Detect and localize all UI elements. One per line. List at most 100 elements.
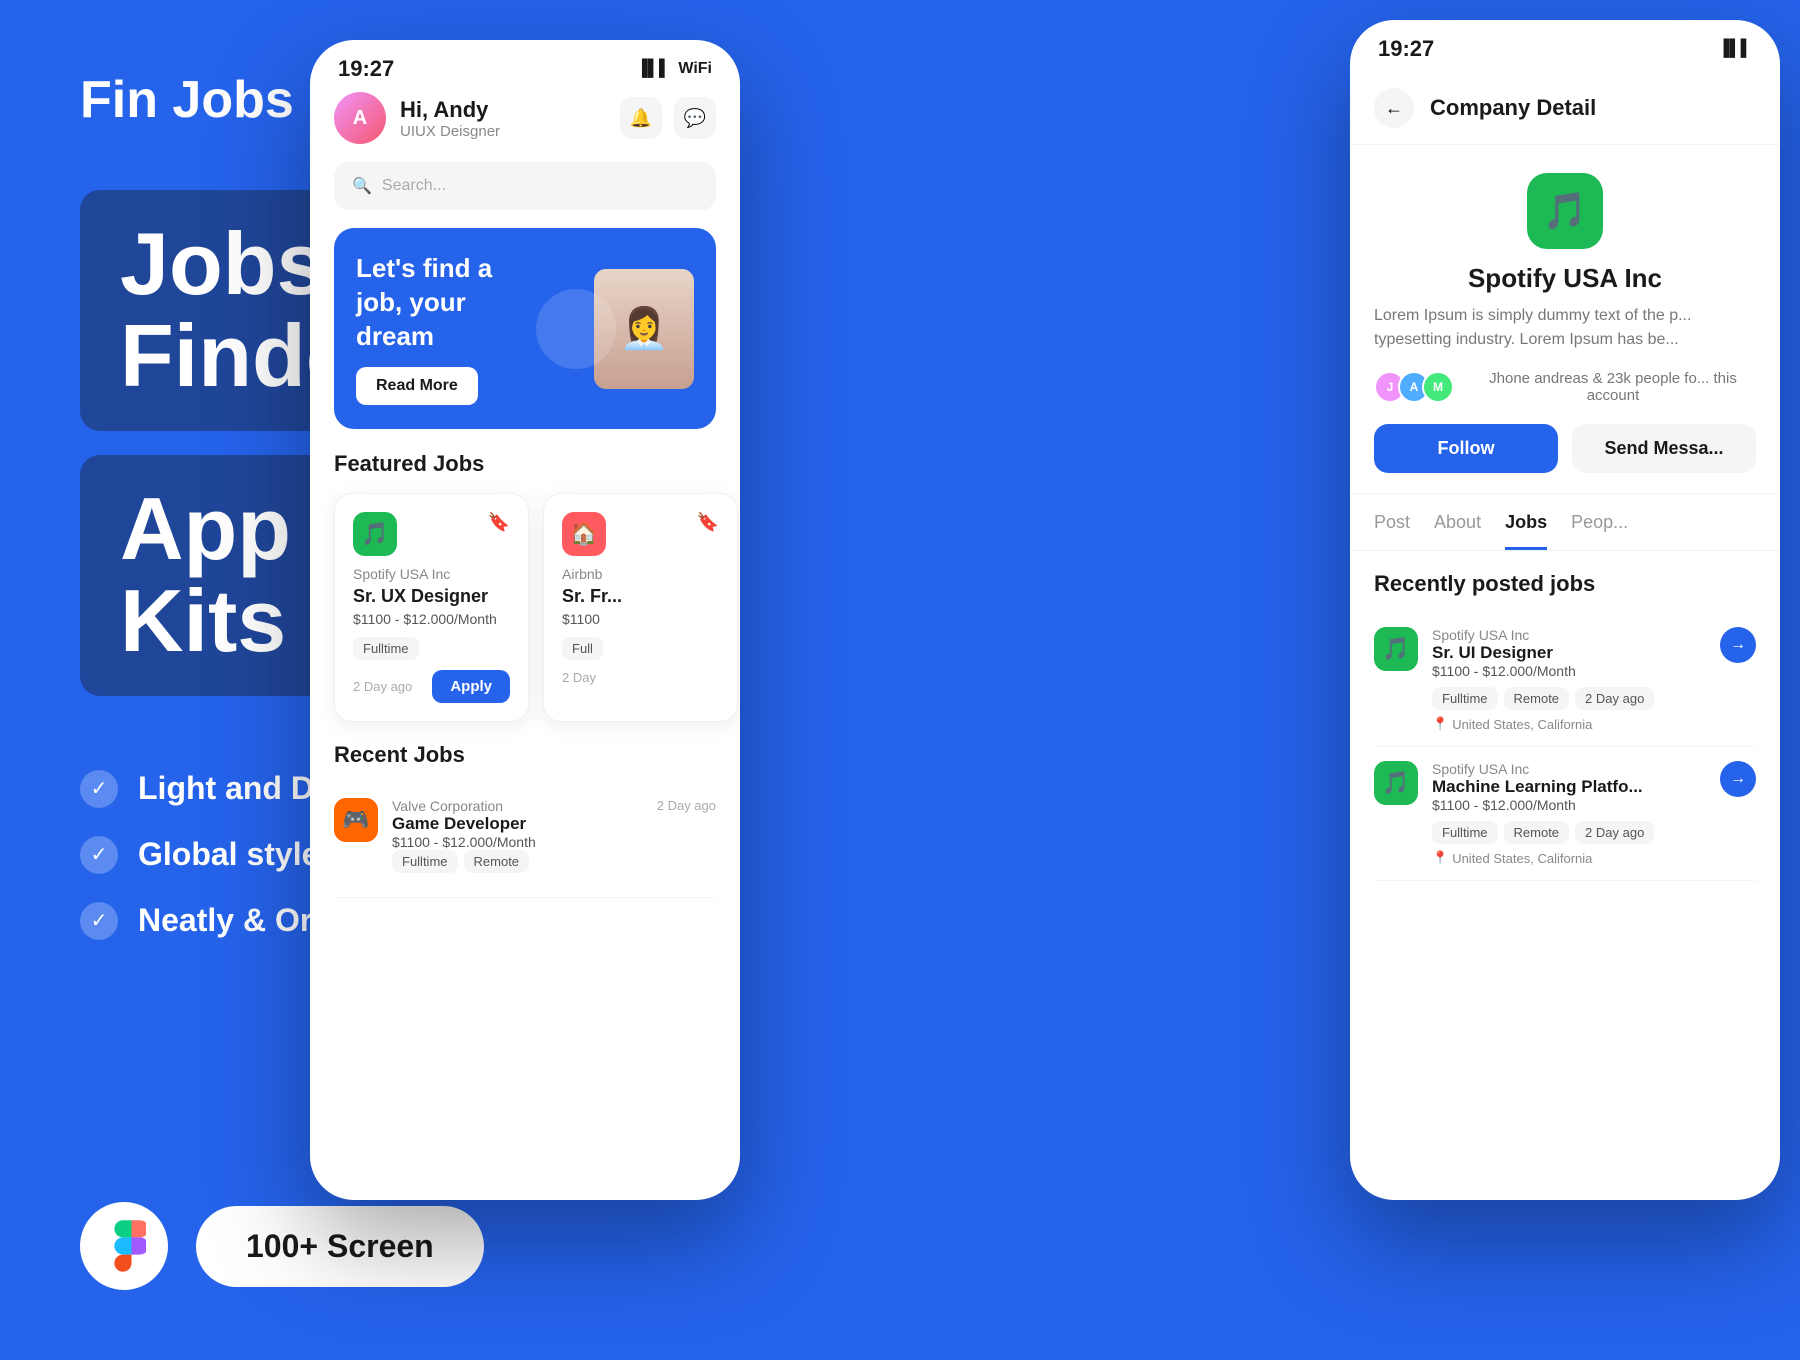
recent-company-1: Valve Corporation	[392, 798, 536, 814]
tab-jobs[interactable]: Jobs	[1505, 512, 1547, 550]
hero-banner: Let's find a job, your dream Read More 👩…	[334, 228, 716, 429]
user-header: A Hi, Andy UIUX Deisgner 🔔 💬	[334, 92, 716, 144]
recent-job-right-1: 2 Day ago	[657, 798, 716, 813]
read-more-button[interactable]: Read More	[356, 367, 478, 405]
status-time-main: 19:27	[338, 56, 394, 82]
detail-location-2: 📍 United States, California	[1432, 850, 1654, 866]
apply-button-1[interactable]: Apply	[432, 670, 510, 703]
search-icon: 🔍	[352, 176, 372, 196]
back-button[interactable]: ←	[1374, 88, 1414, 128]
bookmark-icon-1[interactable]: 🔖	[488, 512, 510, 533]
hero-circle-decoration	[536, 289, 616, 369]
header-icons: 🔔 💬	[620, 97, 716, 139]
job-title-1: Sr. UX Designer	[353, 586, 510, 607]
bookmark-icon-2[interactable]: 🔖	[697, 512, 719, 533]
job-time-2: 2 Day	[562, 670, 596, 685]
follower-avatars: J A M	[1374, 371, 1446, 403]
status-time-detail: 19:27	[1378, 36, 1434, 62]
chat-icon[interactable]: 💬	[674, 97, 716, 139]
recent-job-1[interactable]: 🎮 Valve Corporation Game Developer $1100…	[334, 784, 716, 898]
job-card-2[interactable]: 🏠 🔖 Airbnb Sr. Fr... $1100 Full 2 Day	[543, 493, 738, 722]
company-name-2: Airbnb	[562, 566, 719, 582]
location-icon-1: 📍	[1432, 716, 1448, 732]
detail-tag-remote-1: Remote	[1504, 687, 1570, 710]
job-card-1-header: 🎵 🔖	[353, 512, 510, 556]
detail-job-1[interactable]: 🎵 Spotify USA Inc Sr. UI Designer $1100 …	[1374, 613, 1756, 747]
job-tags-2: Full	[562, 637, 719, 660]
hero-text: Let's find a job, your dream Read More	[356, 252, 526, 405]
company-profile: 🎵 Spotify USA Inc Lorem Ipsum is simply …	[1350, 145, 1780, 494]
signal-icon: ▐▌▌	[636, 60, 670, 78]
phone-main-content: A Hi, Andy UIUX Deisgner 🔔 💬 🔍 Search...…	[310, 92, 740, 1197]
recent-salary-1: $1100 - $12.000/Month	[392, 834, 536, 850]
user-info: A Hi, Andy UIUX Deisgner	[334, 92, 500, 144]
job-footer-1: 2 Day ago Apply	[353, 670, 510, 703]
action-buttons: Follow Send Messa...	[1374, 424, 1756, 473]
followers-row: J A M Jhone andreas & 23k people fo... t…	[1374, 370, 1756, 404]
recently-section: Recently posted jobs 🎵 Spotify USA Inc S…	[1350, 551, 1780, 901]
followers-text: Jhone andreas & 23k people fo... this ac…	[1470, 370, 1756, 404]
recent-tag-remote: Remote	[464, 850, 530, 873]
detail-tag-fulltime-2: Fulltime	[1432, 821, 1498, 844]
detail-tag-fulltime-1: Fulltime	[1432, 687, 1498, 710]
phone-detail: 19:27 ▐▌▌ ← Company Detail 🎵 Spotify USA…	[1350, 20, 1780, 1200]
hero-title: Let's find a job, your dream	[356, 252, 526, 353]
status-icons-detail: ▐▌▌	[1718, 40, 1752, 58]
detail-job-right-1: →	[1720, 627, 1756, 732]
notification-icon[interactable]: 🔔	[620, 97, 662, 139]
detail-salary-2: $1100 - $12.000/Month	[1432, 797, 1654, 813]
search-bar[interactable]: 🔍 Search...	[334, 162, 716, 210]
job-arrow-2[interactable]: →	[1720, 761, 1756, 797]
job-card-2-header: 🏠 🔖	[562, 512, 719, 556]
detail-tag-remote-2: Remote	[1504, 821, 1570, 844]
user-role: UIUX Deisgner	[400, 123, 500, 140]
company-logo-large: 🎵	[1527, 173, 1603, 249]
tab-people[interactable]: Peop...	[1571, 512, 1628, 550]
user-details: Hi, Andy UIUX Deisgner	[400, 97, 500, 140]
recent-time-1: 2 Day ago	[657, 798, 716, 813]
check-icon-2: ✓	[80, 836, 118, 874]
recent-tags-1: Fulltime Remote	[392, 850, 536, 873]
screen-count-button[interactable]: 100+ Screen	[196, 1206, 484, 1287]
detail-tags-1: Fulltime Remote 2 Day ago	[1432, 687, 1654, 710]
phone-main: 19:27 ▐▌▌ WiFi A Hi, Andy UIUX Deisgner …	[310, 40, 740, 1200]
detail-salary-1: $1100 - $12.000/Month	[1432, 663, 1654, 679]
tab-about[interactable]: About	[1434, 512, 1481, 550]
detail-job-2[interactable]: 🎵 Spotify USA Inc Machine Learning Platf…	[1374, 747, 1756, 881]
recent-job-1-info: Valve Corporation Game Developer $1100 -…	[392, 798, 536, 883]
detail-tag-time-1: 2 Day ago	[1575, 687, 1654, 710]
airbnb-logo: 🏠	[562, 512, 606, 556]
company-description: Lorem Ipsum is simply dummy text of the …	[1374, 304, 1756, 352]
recent-title-1: Game Developer	[392, 814, 536, 834]
job-tag-fulltime-1: Fulltime	[353, 637, 419, 660]
figma-logo	[80, 1202, 168, 1290]
check-icon-3: ✓	[80, 902, 118, 940]
detail-job-info-2: Spotify USA Inc Machine Learning Platfo.…	[1432, 761, 1654, 866]
detail-company-2: Spotify USA Inc	[1432, 761, 1654, 777]
job-arrow-1[interactable]: →	[1720, 627, 1756, 663]
job-salary-2: $1100	[562, 611, 719, 627]
detail-job-logo-1: 🎵	[1374, 627, 1418, 671]
detail-header-title: Company Detail	[1430, 95, 1596, 121]
status-bar-main: 19:27 ▐▌▌ WiFi	[310, 40, 740, 92]
detail-tag-time-2: 2 Day ago	[1575, 821, 1654, 844]
signal-icon-detail: ▐▌▌	[1718, 40, 1752, 58]
company-name-1: Spotify USA Inc	[353, 566, 510, 582]
tab-post[interactable]: Post	[1374, 512, 1410, 550]
follower-avatar-3: M	[1422, 371, 1454, 403]
check-icon-1: ✓	[80, 770, 118, 808]
job-tag-2: Full	[562, 637, 603, 660]
detail-header: ← Company Detail	[1350, 72, 1780, 145]
follow-button[interactable]: Follow	[1374, 424, 1558, 473]
detail-job-info-1: Spotify USA Inc Sr. UI Designer $1100 - …	[1432, 627, 1654, 732]
recent-tag-fulltime: Fulltime	[392, 850, 458, 873]
send-message-button[interactable]: Send Messa...	[1572, 424, 1756, 473]
featured-jobs-title: Featured Jobs	[334, 451, 716, 477]
detail-company-1: Spotify USA Inc	[1432, 627, 1654, 643]
recent-jobs-title: Recent Jobs	[334, 742, 716, 768]
job-title-2: Sr. Fr...	[562, 586, 719, 607]
company-profile-name: Spotify USA Inc	[1374, 263, 1756, 294]
featured-jobs-row: 🎵 🔖 Spotify USA Inc Sr. UX Designer $110…	[334, 493, 716, 722]
job-card-1[interactable]: 🎵 🔖 Spotify USA Inc Sr. UX Designer $110…	[334, 493, 529, 722]
valve-logo: 🎮	[334, 798, 378, 842]
